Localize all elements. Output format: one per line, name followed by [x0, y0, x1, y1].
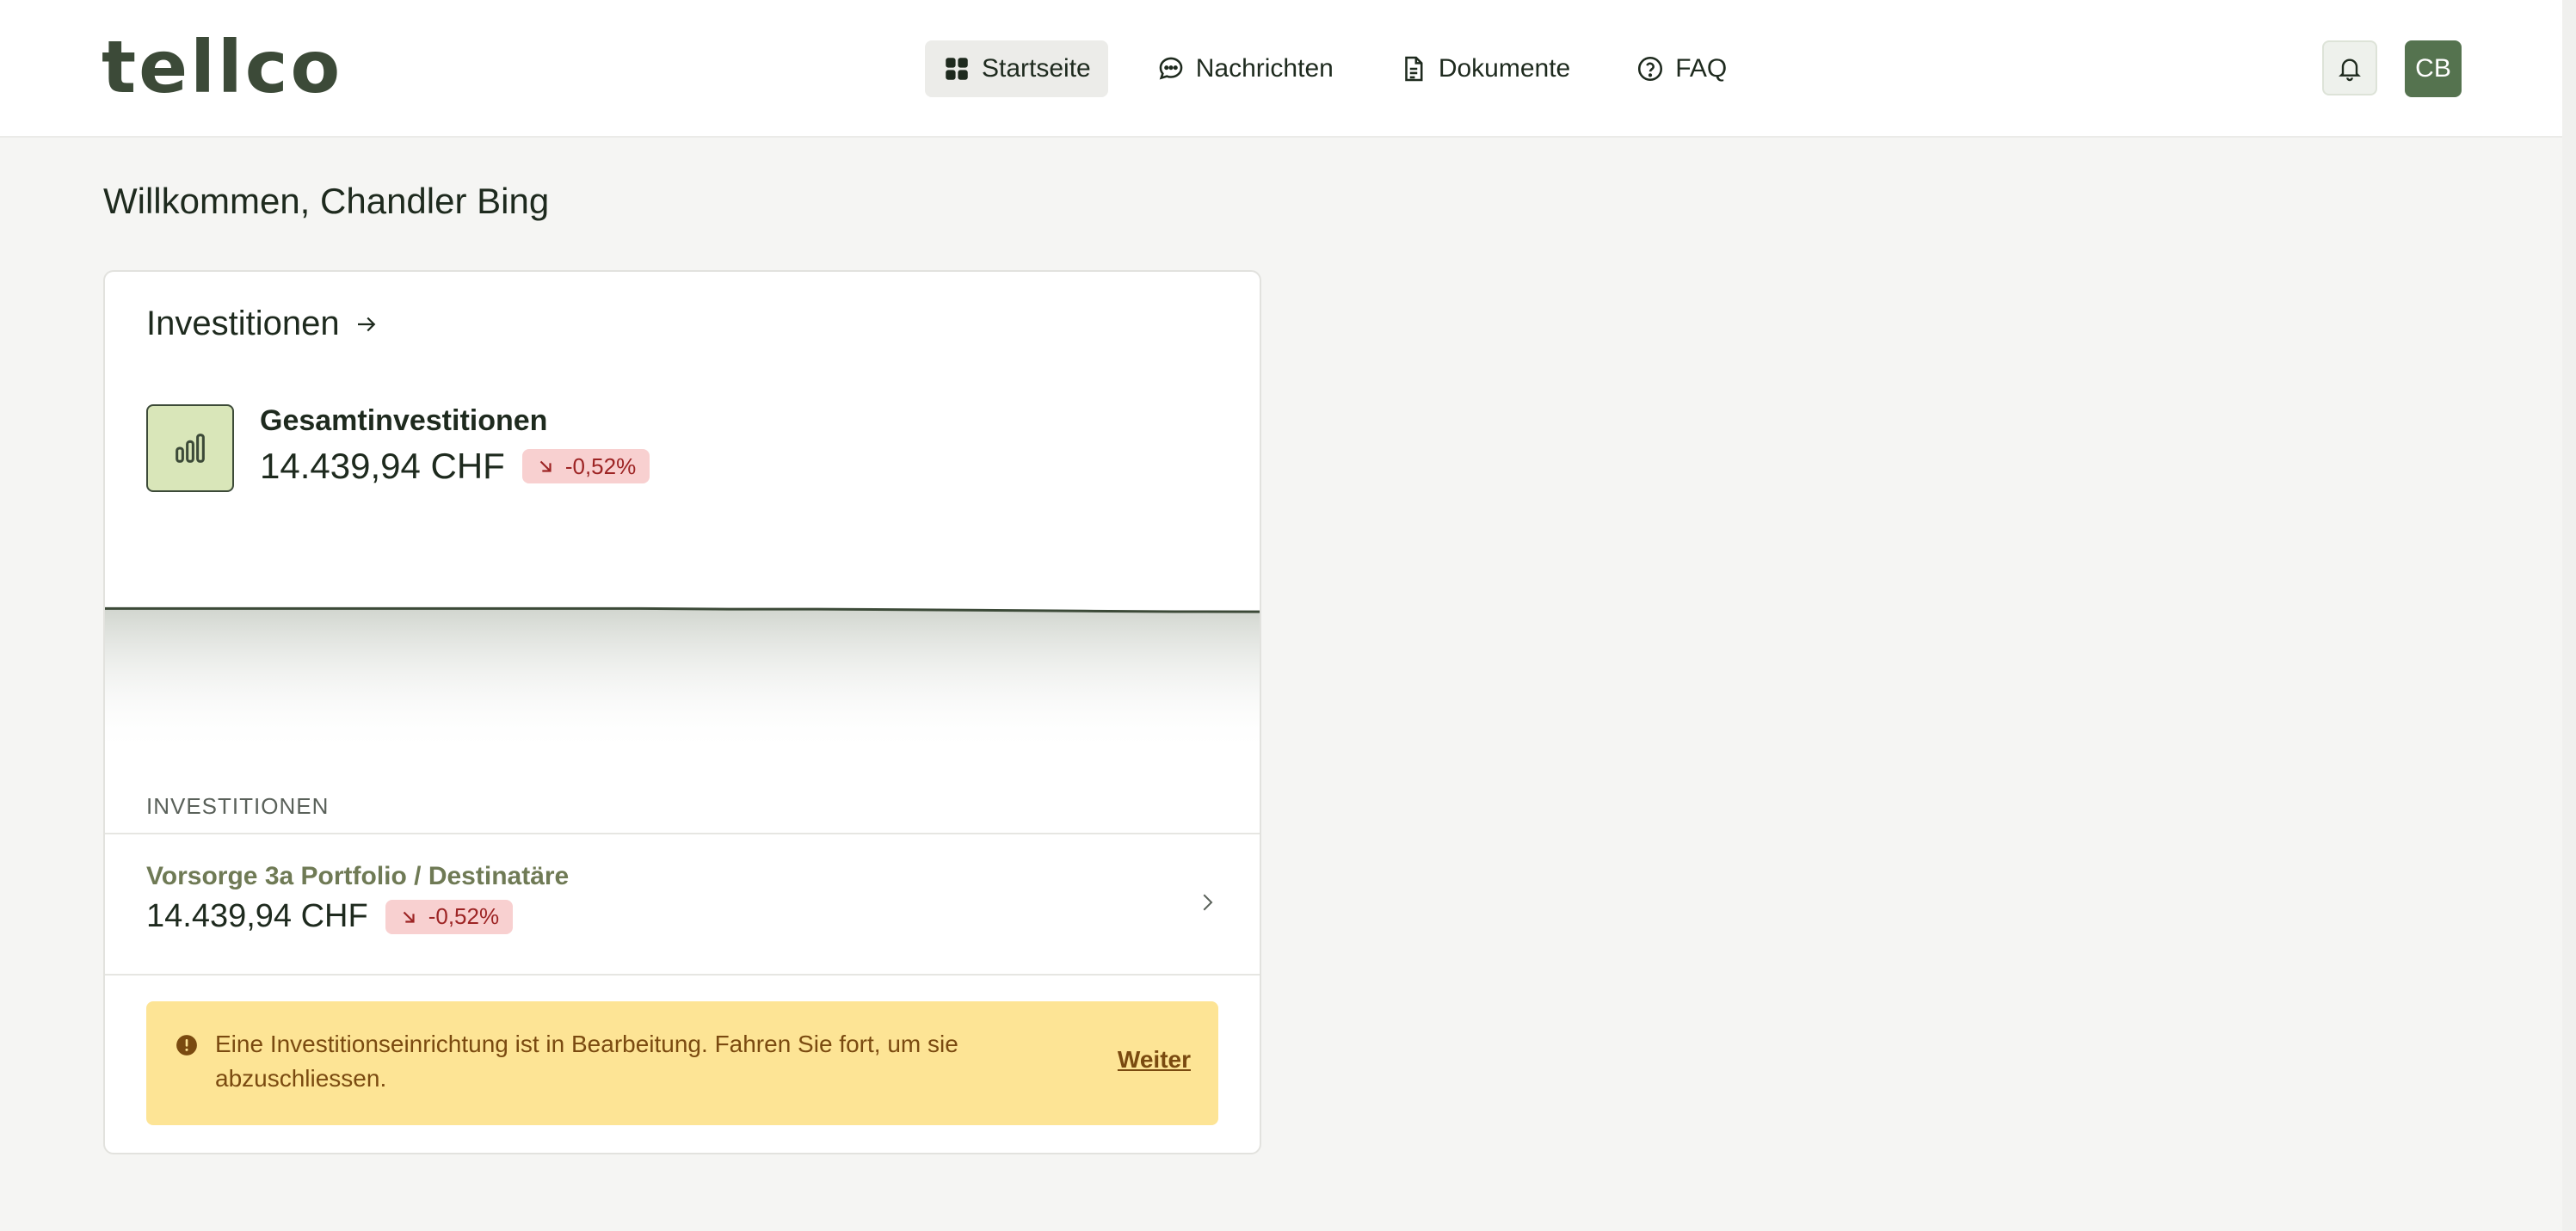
- change-value: -0,52%: [564, 452, 637, 479]
- total-investments-value: 14.439,94 CHF: [260, 446, 505, 486]
- continue-link[interactable]: Weiter: [1118, 1046, 1191, 1074]
- change-value: -0,52%: [428, 903, 500, 929]
- nav-label: Startseite: [982, 54, 1091, 83]
- portfolio-row[interactable]: Vorsorge 3a Portfolio / Destinatäre 14.4…: [105, 834, 1260, 974]
- summary-icon-box: [146, 404, 234, 492]
- portfolio-value-row: 14.439,94 CHF -0,52%: [146, 898, 514, 935]
- avatar[interactable]: CB: [2405, 40, 2462, 97]
- investments-chart: [105, 606, 1260, 754]
- total-investments-label: Gesamtinvestitionen: [260, 404, 548, 437]
- top-header: tellco Startseite Nachrichten Dokumente …: [0, 0, 2576, 138]
- alert-message: Eine Investitionseinrichtung ist in Bear…: [215, 1031, 958, 1092]
- document-icon: [1405, 56, 1423, 82]
- nav-label: FAQ: [1675, 54, 1728, 83]
- tellco-logo[interactable]: tellco: [102, 31, 342, 103]
- scrollbar[interactable]: [2562, 0, 2576, 1231]
- investments-card: Investitionen Gesamtinvestitionen 14.439…: [103, 270, 1261, 1154]
- change-badge: -0,52%: [521, 449, 650, 483]
- divider: [105, 974, 1260, 976]
- bell-icon: [2339, 58, 2361, 82]
- investments-title-link[interactable]: Investitionen: [146, 305, 379, 343]
- change-badge: -0,52%: [385, 899, 514, 934]
- nav-label: Dokumente: [1438, 54, 1571, 83]
- message-icon: [1159, 57, 1183, 80]
- setup-alert: Eine Investitionseinrichtung ist in Bear…: [146, 1001, 1218, 1125]
- total-investments-row: 14.439,94 CHF -0,52%: [260, 446, 650, 487]
- portfolio-value: 14.439,94 CHF: [146, 898, 368, 934]
- help-circle-icon: [1638, 56, 1663, 82]
- grid-icon: [946, 58, 968, 80]
- page-title: Willkommen, Chandler Bing: [103, 181, 550, 221]
- chart-area: [105, 608, 1260, 754]
- nav-item-dokumente[interactable]: Dokumente: [1382, 40, 1587, 97]
- arrow-down-right-icon: [539, 460, 552, 472]
- nav-item-faq[interactable]: FAQ: [1618, 40, 1744, 97]
- portfolio-name: Vorsorge 3a Portfolio / Destinatäre: [146, 862, 570, 890]
- notifications-button[interactable]: [2322, 40, 2377, 95]
- nav-item-nachrichten[interactable]: Nachrichten: [1139, 40, 1351, 97]
- alert-circle-icon: [176, 1035, 197, 1056]
- bar-chart-icon: [176, 434, 205, 463]
- main-nav: Startseite Nachrichten Dokumente FAQ: [925, 40, 1775, 97]
- chevron-right-icon: [1203, 894, 1213, 911]
- arrow-down-right-icon: [403, 911, 415, 923]
- nav-label: Nachrichten: [1195, 54, 1334, 83]
- nav-item-startseite[interactable]: Startseite: [925, 40, 1108, 97]
- card-title: Investitionen: [146, 305, 340, 342]
- arrow-right-icon: [357, 317, 375, 331]
- section-label: INVESTITIONEN: [146, 793, 330, 819]
